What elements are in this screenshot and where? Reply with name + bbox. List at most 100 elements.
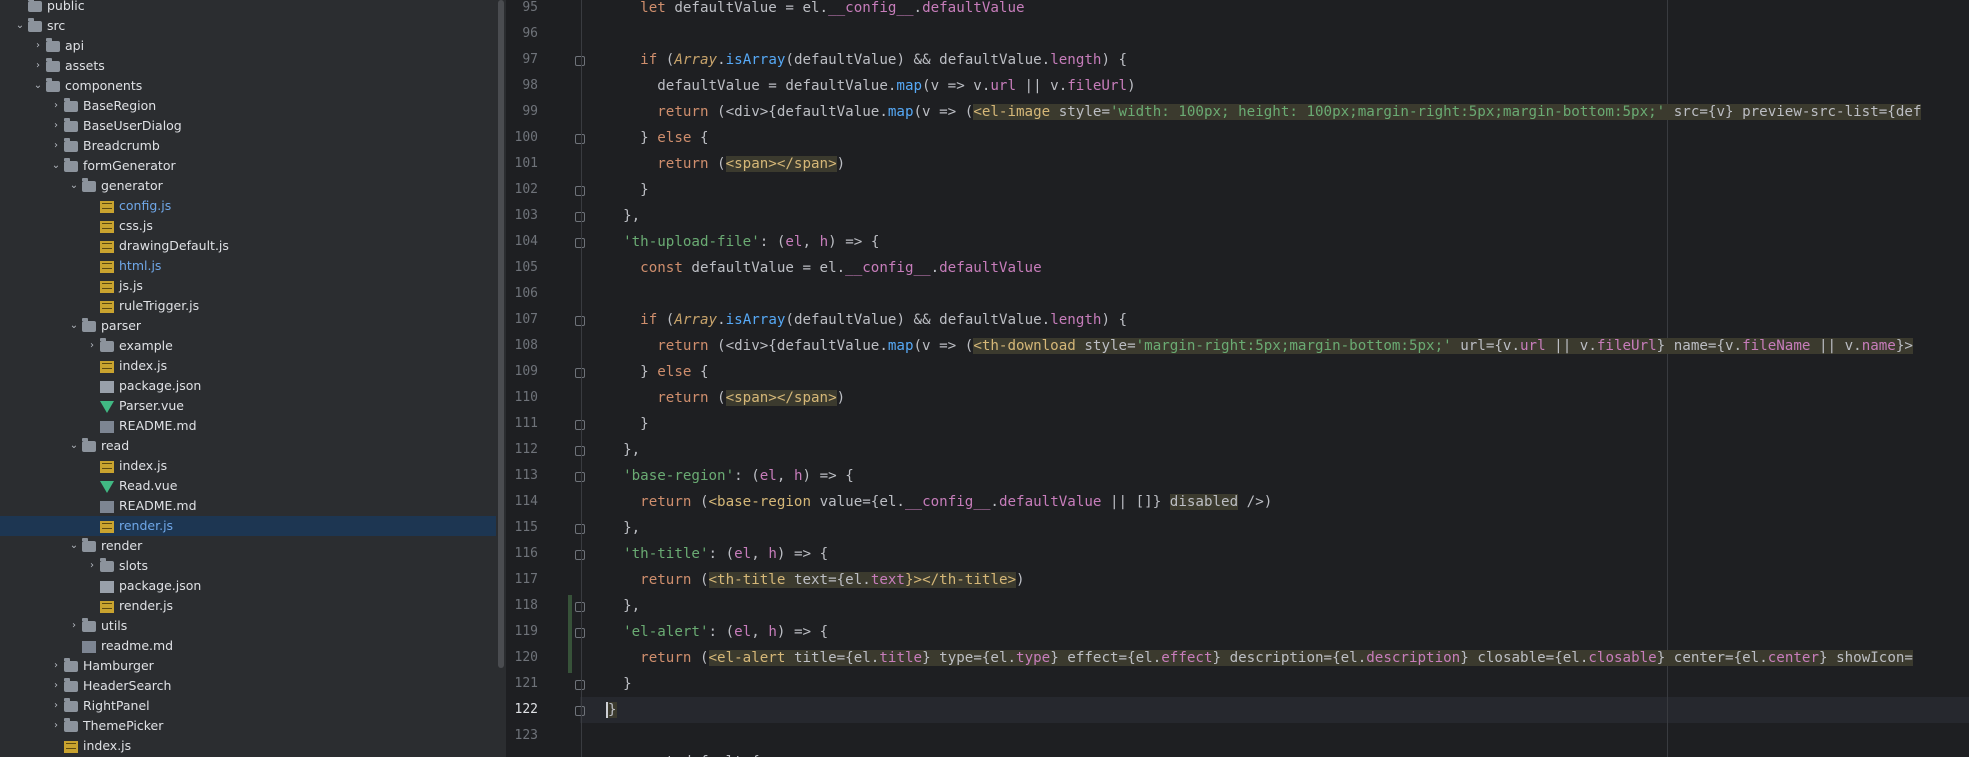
tree-item[interactable]: ruleTrigger.js (0, 296, 496, 316)
tree-item[interactable]: index.js (0, 456, 496, 476)
line-number[interactable]: 101 (506, 155, 538, 173)
fold-icon[interactable] (575, 212, 585, 222)
code-line[interactable]: }, (606, 441, 640, 459)
chevron-right-icon[interactable]: › (50, 700, 62, 712)
tree-item[interactable]: › HeaderSearch (0, 676, 496, 696)
chevron-down-icon[interactable]: ⌄ (50, 160, 62, 172)
chevron-right-icon[interactable]: › (32, 40, 44, 52)
line-number[interactable]: 106 (506, 285, 538, 303)
code-line[interactable]: return (<div>{defaultValue.map(v => (<el… (606, 103, 1922, 121)
line-number[interactable]: 102 (506, 181, 538, 199)
code-line[interactable]: export default { (606, 753, 760, 757)
line-number[interactable]: 103 (506, 207, 538, 225)
fold-icon[interactable] (575, 56, 585, 66)
scrollbar-thumb[interactable] (498, 0, 504, 668)
project-tree[interactable]: public ⌄ src › api › assets ⌄ components › BaseReg… (0, 0, 496, 757)
tree-item[interactable]: config.js (0, 196, 496, 216)
tree-item[interactable]: Read.vue (0, 476, 496, 496)
chevron-down-icon[interactable]: ⌄ (68, 320, 80, 332)
tree-item[interactable]: › api (0, 36, 496, 56)
line-number[interactable]: 114 (506, 493, 538, 511)
fold-icon[interactable] (575, 420, 585, 430)
fold-icon[interactable] (575, 472, 585, 482)
tree-item[interactable]: drawingDefault.js (0, 236, 496, 256)
tree-item[interactable]: ⌄ src (0, 16, 496, 36)
chevron-down-icon[interactable]: ⌄ (68, 180, 80, 192)
line-number[interactable]: 122 (506, 701, 538, 719)
code-line[interactable]: } else { (606, 129, 708, 147)
line-number[interactable]: 108 (506, 337, 538, 355)
code-line[interactable]: const defaultValue = el.__config__.defau… (606, 259, 1041, 277)
code-editor[interactable]: 95 96 97 98 99 100 101 102 103 104 105 106 107 108 109… (506, 0, 1969, 757)
line-number[interactable]: 121 (506, 675, 538, 693)
line-number[interactable]: 116 (506, 545, 538, 563)
line-number[interactable]: 107 (506, 311, 538, 329)
code-line[interactable]: }, (606, 207, 640, 225)
fold-icon[interactable] (575, 446, 585, 456)
vcs-change-marker[interactable] (568, 595, 572, 673)
fold-icon[interactable] (575, 238, 585, 248)
fold-icon[interactable] (575, 602, 585, 612)
tree-item[interactable]: › RightPanel (0, 696, 496, 716)
chevron-right-icon[interactable]: › (68, 620, 80, 632)
code-line[interactable]: return (<div>{defaultValue.map(v => (<th… (606, 337, 1913, 355)
tree-item[interactable]: › example (0, 336, 496, 356)
tree-item[interactable]: › ThemePicker (0, 716, 496, 736)
chevron-right-icon[interactable]: › (86, 340, 98, 352)
tree-item[interactable]: ⌄ parser (0, 316, 496, 336)
code-line[interactable]: } else { (606, 363, 708, 381)
chevron-right-icon[interactable]: › (86, 560, 98, 572)
line-number[interactable]: 100 (506, 129, 538, 147)
code-line[interactable]: return (<th-title text={el.text}></th-ti… (606, 571, 1025, 589)
line-number[interactable]: 115 (506, 519, 538, 537)
tree-item[interactable]: › Breadcrumb (0, 136, 496, 156)
code-line[interactable]: return (<span></span>) (606, 155, 845, 173)
tree-item[interactable]: ⌄ render (0, 536, 496, 556)
line-number[interactable]: 117 (506, 571, 538, 589)
code-line[interactable]: return (<base-region value={el.__config_… (606, 493, 1272, 511)
line-number[interactable]: 113 (506, 467, 538, 485)
code-line[interactable]: } (606, 675, 632, 693)
chevron-right-icon[interactable]: › (50, 140, 62, 152)
code-line[interactable]: 'base-region': (el, h) => { (606, 467, 854, 485)
line-number[interactable]: 111 (506, 415, 538, 433)
tree-item[interactable]: ⌄ read (0, 436, 496, 456)
code-line[interactable]: }, (606, 597, 640, 615)
tree-item[interactable]: public (0, 0, 496, 16)
line-number[interactable]: 96 (506, 25, 538, 43)
chevron-right-icon[interactable]: › (32, 60, 44, 72)
chevron-down-icon[interactable]: ⌄ (68, 440, 80, 452)
tree-item[interactable]: › assets (0, 56, 496, 76)
chevron-right-icon[interactable]: › (50, 660, 62, 672)
code-line[interactable]: } (606, 701, 617, 719)
line-number[interactable]: 98 (506, 77, 538, 95)
line-number[interactable]: 109 (506, 363, 538, 381)
code-line[interactable]: 'el-alert': (el, h) => { (606, 623, 828, 641)
code-line[interactable]: defaultValue = defaultValue.map(v => v.u… (606, 77, 1135, 95)
fold-icon[interactable] (575, 134, 585, 144)
tree-item[interactable]: package.json (0, 376, 496, 396)
tree-item[interactable]: README.md (0, 416, 496, 436)
tree-item[interactable]: readme.md (0, 636, 496, 656)
fold-icon[interactable] (575, 706, 585, 716)
tree-item[interactable]: › slots (0, 556, 496, 576)
line-number[interactable]: 123 (506, 727, 538, 745)
fold-icon[interactable] (575, 524, 585, 534)
line-number[interactable]: 97 (506, 51, 538, 69)
code-line[interactable]: return (<el-alert title={el.title} type=… (606, 649, 1913, 667)
fold-icon[interactable] (575, 628, 585, 638)
line-number[interactable]: 118 (506, 597, 538, 615)
tree-item[interactable]: › BaseUserDialog (0, 116, 496, 136)
tree-item[interactable]: html.js (0, 256, 496, 276)
code-line[interactable]: }, (606, 519, 640, 537)
tree-item[interactable]: package.json (0, 576, 496, 596)
tree-item[interactable]: js.js (0, 276, 496, 296)
fold-icon[interactable] (575, 186, 585, 196)
code-line[interactable]: } (606, 181, 649, 199)
line-number[interactable]: 95 (506, 0, 538, 17)
code-line[interactable]: 'th-title': (el, h) => { (606, 545, 828, 563)
line-number[interactable]: 119 (506, 623, 538, 641)
code-line[interactable]: } (606, 415, 649, 433)
tree-item[interactable]: index.js (0, 356, 496, 376)
chevron-right-icon[interactable]: › (50, 100, 62, 112)
